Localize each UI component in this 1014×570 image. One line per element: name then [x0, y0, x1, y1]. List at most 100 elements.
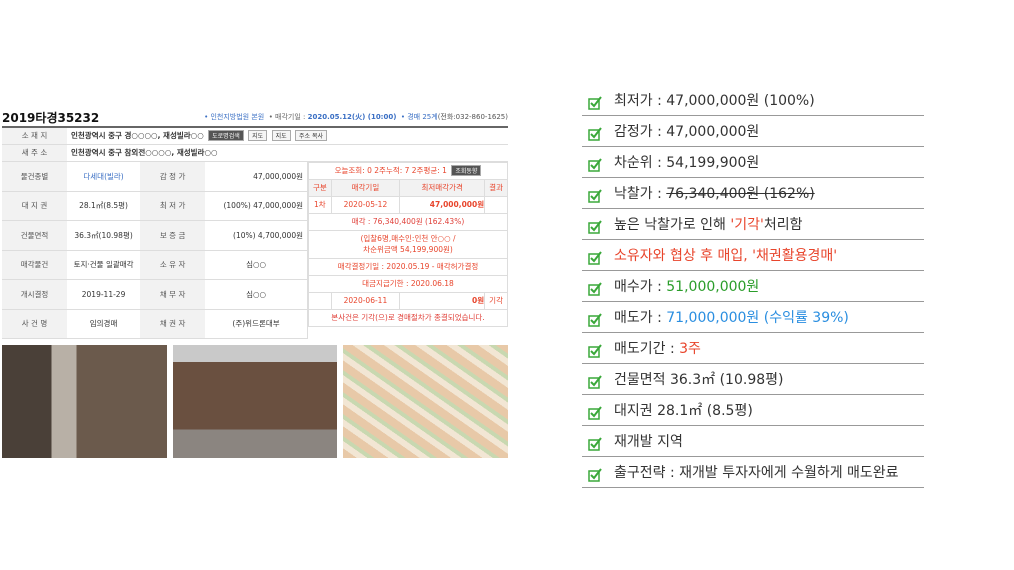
address-table: 소 재 지 인천광역시 중구 경○○○○, 재성빌라○○ 도로명검색 지도 지도… — [2, 126, 508, 162]
bidders: (입찰6명,매수인:인천 안○○ / — [360, 234, 456, 243]
second-price: 차순위금액 54,199,900원) — [363, 245, 453, 254]
checklist-item: 최저가 : 47,000,000원 (100%) — [582, 85, 924, 116]
checkbox-checked-icon — [588, 220, 602, 234]
address-label: 소 재 지 — [2, 127, 67, 145]
sale-date-label: • 매각기일 : — [268, 113, 308, 121]
checkbox-checked-icon — [588, 158, 602, 172]
checklist-text: 매도기간 : 3주 — [614, 338, 701, 358]
text-part: 처리함 — [763, 217, 803, 233]
text-part: 51,000,000원 — [666, 279, 760, 295]
checklist-text: 높은 낙찰가로 인해 '기각'처리함 — [614, 214, 803, 234]
text-part: 76,340,400원 (162%) — [666, 186, 815, 202]
checkbox-checked-icon — [588, 406, 602, 420]
checklist-item: 높은 낙찰가로 인해 '기각'처리함 — [582, 209, 924, 240]
checklist-item: 감정가 : 47,000,000원 — [582, 116, 924, 147]
text-part: 최저가 : 47,000,000원 (100%) — [614, 93, 815, 109]
detail-value: 임의경매 — [67, 309, 141, 339]
checklist-text: 매수가 : 51,000,000원 — [614, 276, 759, 296]
detail-label: 채 권 자 — [140, 309, 206, 339]
text-part: 소유자와 협상 후 매입, '채권활용경매' — [614, 248, 838, 264]
checkbox-checked-icon — [588, 375, 602, 389]
detail-label: 매각물건 — [2, 250, 67, 280]
sale-date: 2020.05.12(火) (10:00) — [307, 113, 397, 121]
text-part: 낙찰가 : — [614, 186, 667, 202]
new-address-value: 인천광역시 중구 참외전○○○○, 재성빌라○○ — [71, 148, 218, 157]
text-part: '기각' — [730, 217, 764, 233]
checkbox-checked-icon — [588, 282, 602, 296]
summary-checklist: 최저가 : 47,000,000원 (100%) 감정가 : 47,000,000… — [582, 85, 924, 488]
view-stats: 오늘조회: 0 2주누적: 7 2주평균: 1 — [334, 166, 447, 175]
map-button-2[interactable]: 지도 — [271, 130, 291, 142]
col-header: 구분 — [308, 178, 332, 197]
checklist-item: 차순위 : 54,199,900원 — [582, 147, 924, 178]
checkbox-checked-icon — [588, 468, 602, 482]
checklist-text: 낙찰가 : 76,340,400원 (162%) — [614, 183, 815, 203]
checklist-item: 건물면적 36.3㎡ (10.98평) — [582, 364, 924, 395]
auction-info-panel: 2019타경35232 • 인천지방법원 본원 • 매각기일 : 2020.05… — [2, 108, 509, 458]
view-trend-button[interactable]: 조회동향 — [451, 165, 482, 176]
history-table: 오늘조회: 0 2주누적: 7 2주평균: 1 조회동향 구분 매각기일 최저매각가… — [308, 161, 508, 327]
checklist-text: 대지권 28.1㎡ (8.5평) — [614, 400, 753, 420]
detail-value: 47,000,000원 — [205, 161, 307, 192]
detail-label: 채 무 자 — [140, 279, 206, 310]
detail-value: (주)위드론대부 — [205, 309, 307, 339]
detail-value: (100%) 47,000,000원 — [205, 191, 307, 221]
detail-label: 물건종별 — [2, 161, 67, 192]
detail-value: 28.1㎡(8.5평) — [67, 191, 141, 221]
sold-price: 매각 : 76,340,400원 (162.43%) — [308, 212, 508, 231]
checklist-text: 재개발 지역 — [614, 431, 683, 451]
detail-value: 36.3㎡(10.98평) — [67, 220, 141, 251]
checklist-item: 출구전략 : 재개발 투자자에게 수월하게 매도완료 — [582, 457, 924, 488]
checklist-item: 매도기간 : 3주 — [582, 333, 924, 364]
auction-no: • 경매 25계 — [400, 113, 438, 121]
table-row: 1차 2020-05-12 47,000,000원 — [308, 195, 508, 214]
case-header: 2019타경35232 • 인천지방법원 본원 • 매각기일 : 2020.05… — [2, 108, 508, 126]
copy-address-button[interactable]: 주소 복사 — [295, 130, 328, 142]
checkbox-checked-icon — [588, 344, 602, 358]
checklist-text: 소유자와 협상 후 매입, '채권활용경매' — [614, 245, 837, 265]
decision-date: 매각결정기일 : 2020.05.19 - 매각허가결정 — [308, 257, 508, 276]
text-part: 매도기간 : — [614, 341, 680, 357]
checkbox-checked-icon — [588, 189, 602, 203]
detail-label: 보 증 금 — [140, 220, 206, 251]
detail-row: 건물면적 36.3㎡(10.98평) 보 증 금 (10%) 4,700,000원 — [2, 220, 307, 251]
text-part: 3주 — [679, 341, 701, 357]
detail-row: 매각물건 토지·건물 일괄매각 소 유 자 심○○ — [2, 250, 307, 280]
text-part: 매수가 : — [614, 279, 667, 295]
detail-label: 건물면적 — [2, 220, 67, 251]
road-search-button[interactable]: 도로명검색 — [208, 130, 244, 142]
text-part: 대지권 28.1㎡ (8.5평) — [614, 403, 753, 419]
detail-row: 대 지 권 28.1㎡(8.5평) 최 저 가 (100%) 47,000,000원 — [2, 191, 307, 221]
checklist-text: 출구전략 : 재개발 투자자에게 수월하게 매도완료 — [614, 462, 899, 482]
detail-value: 심○○ — [205, 279, 307, 310]
court[interactable]: • 인천지방법원 본원 — [204, 113, 264, 121]
checkbox-checked-icon — [588, 127, 602, 141]
text-part: 높은 낙찰가로 인해 — [614, 217, 731, 233]
detail-row: 개시결정 2019-11-29 채 무 자 심○○ — [2, 279, 307, 310]
phone: (전화:032-860-1625) — [437, 113, 508, 121]
detail-row: 물건종별 다세대(빌라) 감 정 가 47,000,000원 — [2, 161, 307, 192]
col-header: 최저매각가격 — [399, 178, 486, 197]
detail-label: 대 지 권 — [2, 191, 67, 221]
detail-value: 다세대(빌라) — [67, 161, 141, 192]
map-button-1[interactable]: 지도 — [248, 130, 268, 142]
checklist-item: 매도가 : 71,000,000원 (수익률 39%) — [582, 302, 924, 333]
text-part: 차순위 : 54,199,900원 — [614, 155, 760, 171]
checklist-item: 낙찰가 : 76,340,400원 (162%) — [582, 178, 924, 209]
case-number: 2019타경35232 — [2, 110, 100, 125]
property-photo-alley[interactable] — [2, 345, 167, 458]
dismissal-note: 본사건은 기각(으)로 경매절차가 종결되었습니다. — [308, 308, 508, 327]
table-row: 2020-06-11 0원 기각 — [308, 291, 508, 310]
col-header: 결과 — [484, 178, 508, 197]
detail-value: (10%) 4,700,000원 — [205, 220, 307, 251]
text-part: 건물면적 36.3㎡ (10.98평) — [614, 372, 784, 388]
col-header: 매각기일 — [330, 178, 401, 197]
checklist-text: 최저가 : 47,000,000원 (100%) — [614, 90, 815, 110]
checklist-item: 재개발 지역 — [582, 426, 924, 457]
text-part: 71,000,000원 (수익률 39%) — [666, 310, 849, 326]
property-map[interactable] — [343, 345, 509, 458]
detail-value: 심○○ — [205, 250, 307, 280]
detail-value: 토지·건물 일괄매각 — [67, 250, 141, 280]
property-photo-building[interactable] — [172, 345, 338, 458]
detail-label: 사 건 명 — [2, 309, 67, 339]
